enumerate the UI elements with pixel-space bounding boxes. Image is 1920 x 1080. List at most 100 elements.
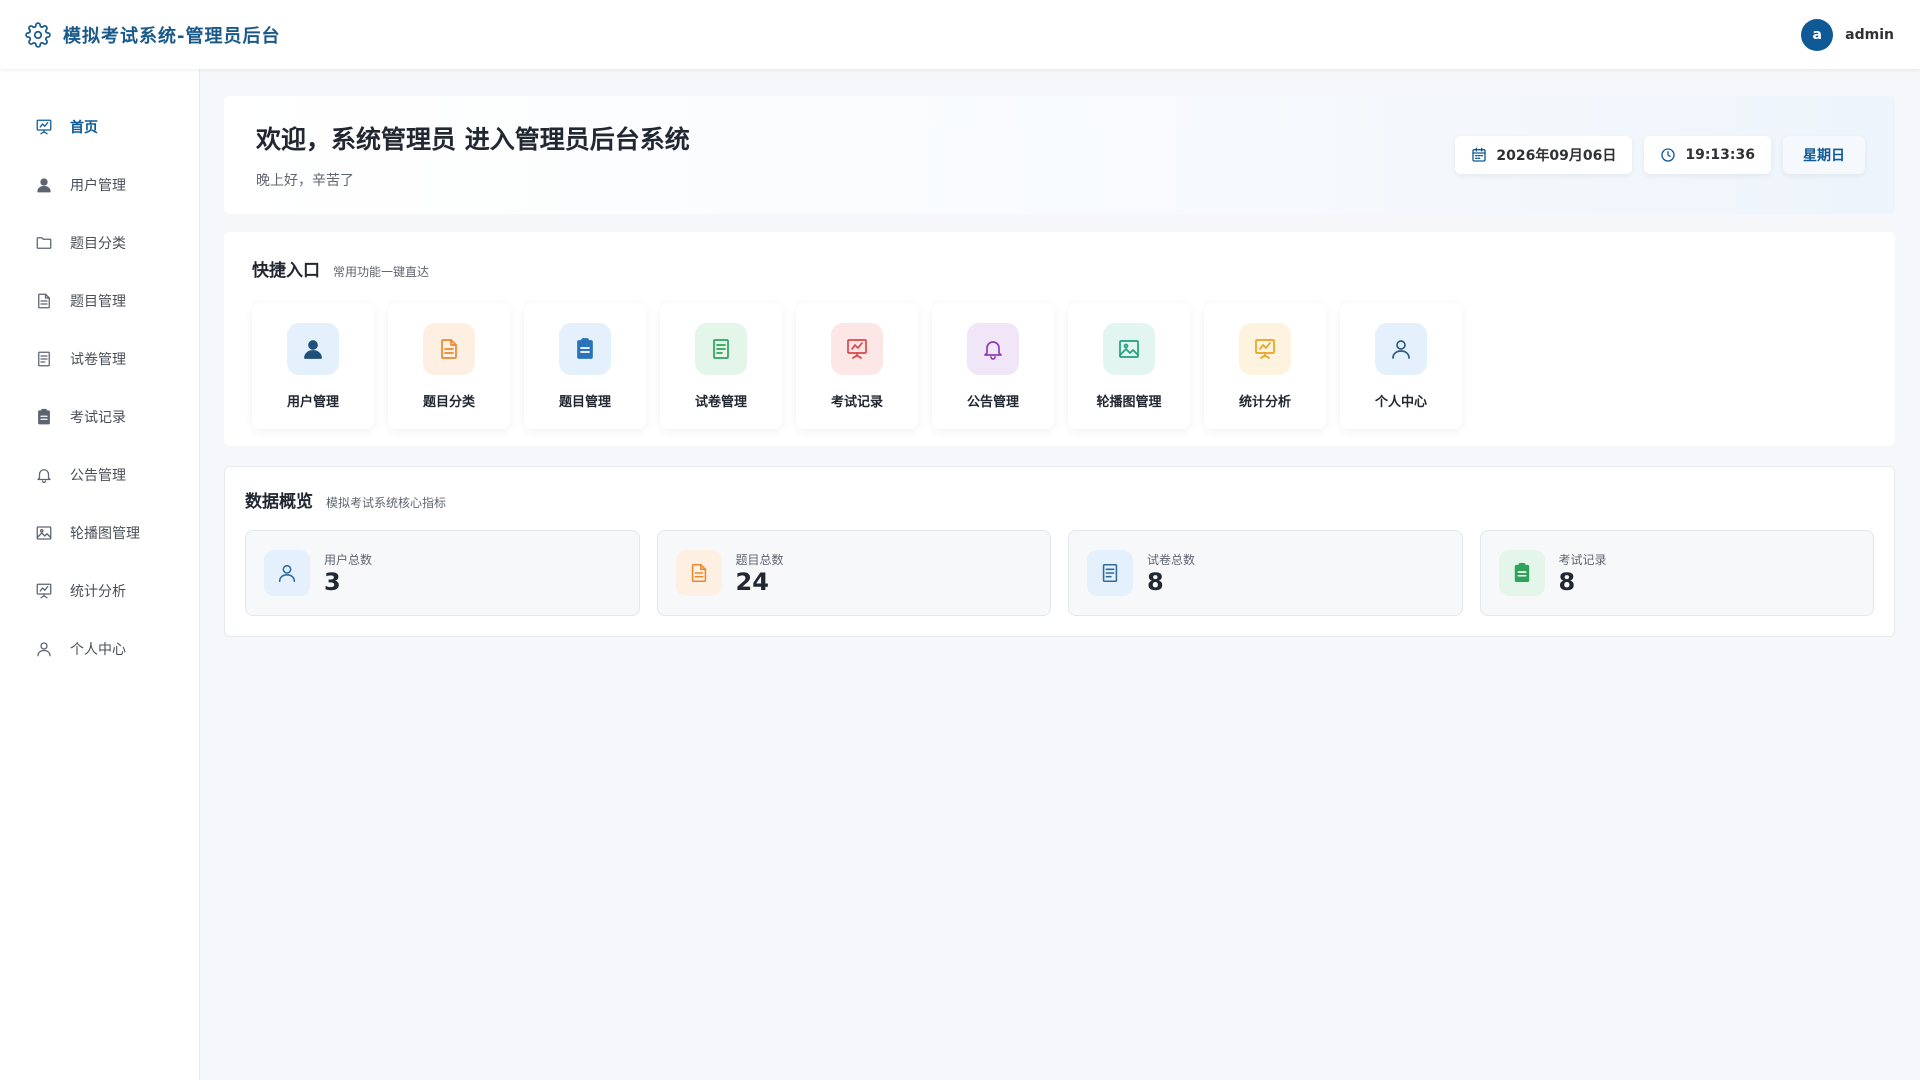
welcome-banner: 欢迎，系统管理员 进入管理员后台系统 晚上好，辛苦了 2026年09月06日 1… <box>224 96 1895 214</box>
stat-card-1: 题目总数 24 <box>656 530 1051 616</box>
picture-icon <box>1103 323 1155 375</box>
stat-card-0: 用户总数 3 <box>245 530 640 616</box>
sidebar-item-label: 公告管理 <box>70 468 126 484</box>
stat-value: 8 <box>1558 567 1576 596</box>
quick-entry-panel: 快捷入口 常用功能一键直达 用户管理 题目分类 题目管理 试卷管理 考试记录 公告管理 轮播… <box>224 232 1895 446</box>
datetime-chips: 2026年09月06日 19:13:36 星期日 <box>1455 136 1865 174</box>
top-header: 模拟考试系统-管理员后台 a admin <box>0 0 1920 69</box>
stat-card-3: 考试记录 8 <box>1479 530 1874 616</box>
stat-text: 题目总数 24 <box>736 551 784 596</box>
brand[interactable]: 模拟考试系统-管理员后台 <box>25 21 280 48</box>
clock-icon <box>1660 147 1676 163</box>
stat-value: 3 <box>324 567 341 596</box>
quick-entry-7[interactable]: 统计分析 <box>1204 303 1326 429</box>
stat-value: 8 <box>1147 567 1164 596</box>
sidebar-item-label: 考试记录 <box>70 410 126 426</box>
sidebar-item-label: 题目分类 <box>70 236 126 252</box>
welcome-title: 欢迎，系统管理员 进入管理员后台系统 <box>256 125 690 154</box>
clipboard-icon <box>1498 550 1545 596</box>
quick-entry-grid: 用户管理 题目分类 题目管理 试卷管理 考试记录 公告管理 轮播图管理 统计分析 个人中心 <box>252 303 1867 429</box>
clipboard-icon <box>559 323 611 375</box>
username[interactable]: admin <box>1845 27 1894 43</box>
chart-board-icon <box>35 118 53 136</box>
quick-entry-4[interactable]: 考试记录 <box>796 303 918 429</box>
quick-entry-label: 公告管理 <box>966 395 1019 410</box>
picture-icon <box>35 524 53 542</box>
quick-entry-label: 考试记录 <box>830 395 883 410</box>
chart-board-icon <box>1239 323 1291 375</box>
sidebar-item-label: 试卷管理 <box>70 352 126 368</box>
sidebar-item-label: 个人中心 <box>70 642 126 658</box>
stat-grid: 用户总数 3 题目总数 24 试卷总数 8 考试记录 8 <box>245 530 1874 616</box>
quick-entry-label: 试卷管理 <box>694 395 747 410</box>
bell-icon <box>35 466 53 484</box>
avatar[interactable]: a <box>1801 18 1834 51</box>
stat-card-2: 试卷总数 8 <box>1068 530 1463 616</box>
quick-entry-2[interactable]: 题目管理 <box>524 303 646 429</box>
tickets-icon <box>35 350 53 368</box>
tickets-icon <box>1087 550 1133 596</box>
chart-board-icon <box>35 582 53 600</box>
data-overview-panel: 数据概览 模拟考试系统核心指标 用户总数 3 题目总数 24 试卷总数 8 考试记录 8 <box>224 466 1895 637</box>
folder-icon <box>35 234 53 252</box>
stat-value: 24 <box>735 567 769 596</box>
sidebar-item-5[interactable]: 考试记录 <box>0 388 199 446</box>
quick-entry-header: 快捷入口 常用功能一键直达 <box>252 256 1867 281</box>
quick-entry-label: 题目分类 <box>422 395 475 410</box>
overview-header: 数据概览 模拟考试系统核心指标 <box>245 487 1874 512</box>
sidebar-item-4[interactable]: 试卷管理 <box>0 330 199 388</box>
stat-label: 试卷总数 <box>1147 552 1196 567</box>
sidebar-item-label: 首页 <box>70 120 98 136</box>
time-chip: 19:13:36 <box>1644 136 1771 174</box>
user-icon <box>264 550 310 596</box>
sidebar-item-3[interactable]: 题目管理 <box>0 272 199 330</box>
sidebar-item-2[interactable]: 题目分类 <box>0 214 199 272</box>
bell-icon <box>967 323 1019 375</box>
quick-entry-3[interactable]: 试卷管理 <box>660 303 782 429</box>
main-content: 欢迎，系统管理员 进入管理员后台系统 晚上好，辛苦了 2026年09月06日 1… <box>224 96 1895 637</box>
quick-entry-6[interactable]: 轮播图管理 <box>1068 303 1190 429</box>
sidebar-item-7[interactable]: 轮播图管理 <box>0 504 199 562</box>
quick-entry-label: 题目管理 <box>558 395 611 410</box>
sidebar-item-label: 轮播图管理 <box>70 526 140 542</box>
sidebar-item-label: 统计分析 <box>70 584 126 600</box>
welcome-text: 欢迎，系统管理员 进入管理员后台系统 晚上好，辛苦了 <box>256 120 690 190</box>
user-menu[interactable]: a admin <box>1801 18 1894 51</box>
sidebar: 首页用户管理题目分类题目管理试卷管理考试记录公告管理轮播图管理统计分析个人中心 <box>0 69 200 1080</box>
quick-entry-0[interactable]: 用户管理 <box>252 303 374 429</box>
weekday-text: 星期日 <box>1803 148 1845 164</box>
quick-entry-8[interactable]: 个人中心 <box>1340 303 1462 429</box>
user-icon <box>35 640 53 658</box>
stat-label: 考试记录 <box>1558 552 1607 567</box>
date-chip: 2026年09月06日 <box>1455 136 1633 174</box>
sidebar-item-label: 题目管理 <box>70 294 126 310</box>
overview-subtitle: 模拟考试系统核心指标 <box>326 496 447 510</box>
stat-label: 题目总数 <box>735 552 784 567</box>
clipboard-icon <box>35 408 53 426</box>
document-icon <box>35 292 53 310</box>
user-filled-icon <box>287 323 339 375</box>
quick-entry-5[interactable]: 公告管理 <box>932 303 1054 429</box>
date-text: 2026年09月06日 <box>1496 148 1617 164</box>
sidebar-item-8[interactable]: 统计分析 <box>0 562 199 620</box>
time-text: 19:13:36 <box>1685 147 1755 163</box>
quick-entry-1[interactable]: 题目分类 <box>388 303 510 429</box>
stat-label: 用户总数 <box>324 552 373 567</box>
sidebar-item-0[interactable]: 首页 <box>0 98 199 156</box>
quick-entry-title: 快捷入口 <box>252 261 320 281</box>
welcome-subtitle: 晚上好，辛苦了 <box>256 173 354 189</box>
sidebar-item-9[interactable]: 个人中心 <box>0 620 199 678</box>
tickets-icon <box>695 323 747 375</box>
calendar-icon <box>1471 147 1487 163</box>
weekday-chip: 星期日 <box>1783 136 1865 174</box>
stat-text: 试卷总数 8 <box>1147 551 1195 596</box>
overview-title: 数据概览 <box>245 492 313 512</box>
stat-text: 考试记录 8 <box>1559 551 1607 596</box>
quick-entry-subtitle: 常用功能一键直达 <box>333 265 430 279</box>
sidebar-item-1[interactable]: 用户管理 <box>0 156 199 214</box>
quick-entry-label: 统计分析 <box>1238 395 1291 410</box>
sidebar-item-6[interactable]: 公告管理 <box>0 446 199 504</box>
chart-board-icon <box>831 323 883 375</box>
quick-entry-label: 轮播图管理 <box>1096 395 1162 410</box>
user-filled-icon <box>35 176 53 194</box>
